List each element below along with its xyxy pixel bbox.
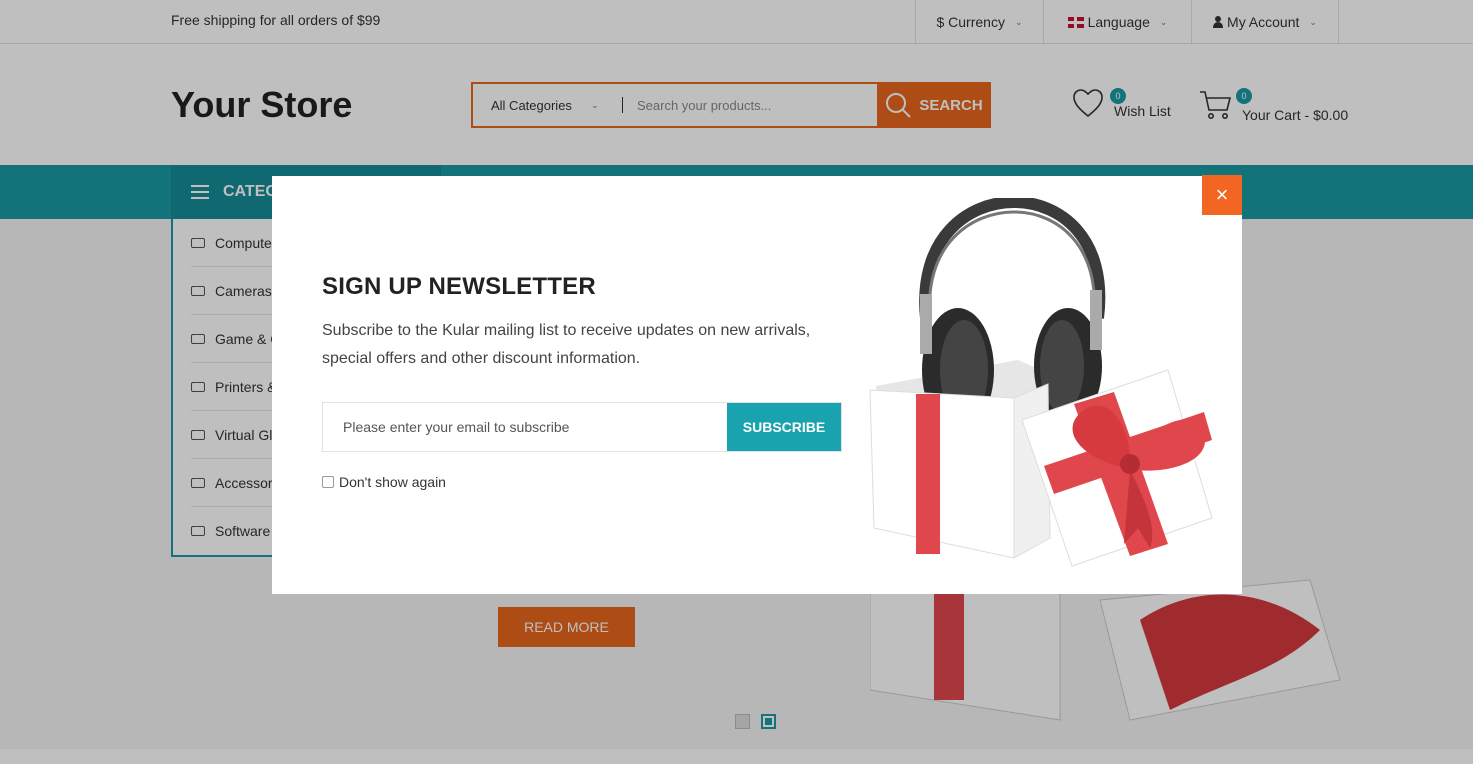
headphones-gift-image: [869, 198, 1213, 567]
subscribe-button[interactable]: SUBSCRIBE: [727, 403, 841, 451]
dont-show-again[interactable]: Don't show again: [322, 474, 446, 490]
dont-show-label: Don't show again: [339, 474, 446, 490]
email-field[interactable]: [323, 403, 727, 451]
modal-description: Subscribe to the Kular mailing list to r…: [322, 322, 811, 367]
newsletter-modal: × SIGN UP NEWSLETTER Subscribe to the Ku…: [272, 175, 1242, 594]
dont-show-checkbox[interactable]: [322, 476, 334, 488]
newsletter-form: SUBSCRIBE: [322, 402, 842, 452]
modal-title: SIGN UP NEWSLETTER: [322, 273, 596, 300]
